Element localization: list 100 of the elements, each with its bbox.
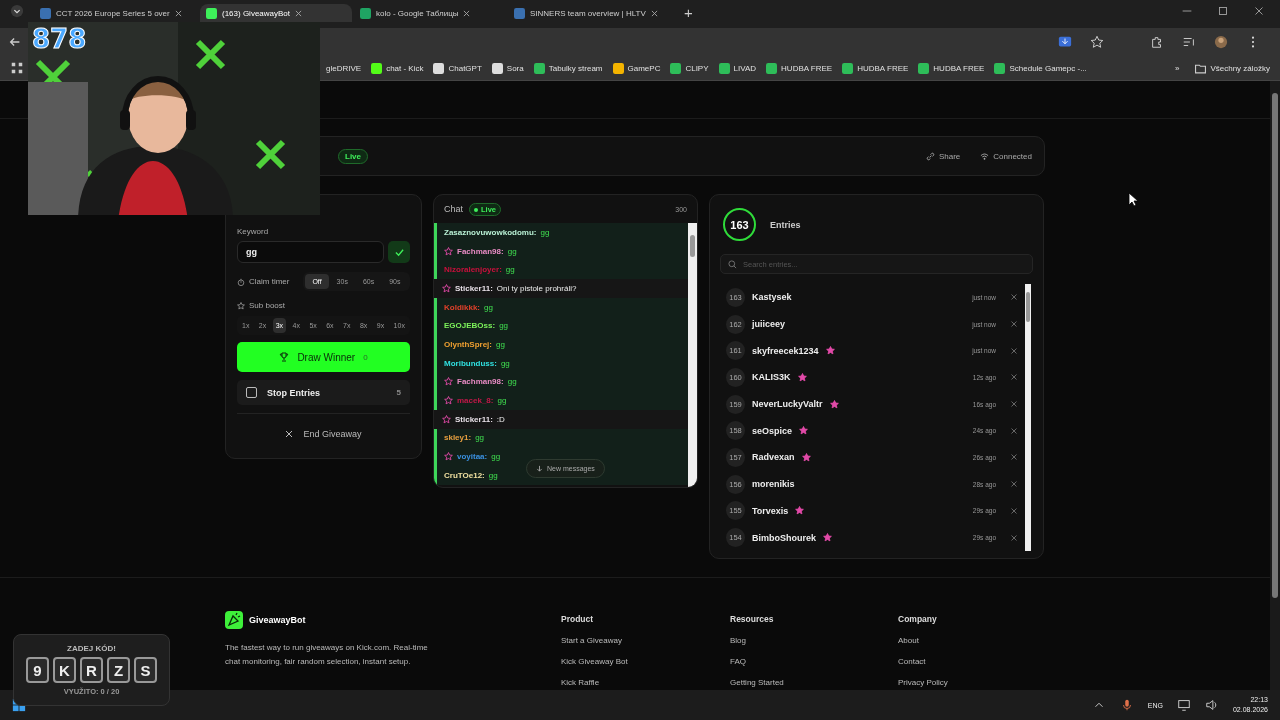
chat-username: CruTOe12: [444, 470, 485, 480]
remove-icon[interactable] [1011, 401, 1017, 408]
remove-icon[interactable] [1011, 454, 1017, 461]
remove-icon[interactable] [1011, 534, 1017, 541]
bookmark-icon [766, 62, 778, 74]
install-icon[interactable] [1058, 35, 1072, 49]
entries-count: 5 [396, 388, 401, 397]
close-icon[interactable] [650, 9, 658, 17]
chat-username: Moribunduss: [444, 358, 497, 368]
bookmark-icon [433, 62, 445, 74]
header-action[interactable]: Share [925, 151, 961, 161]
bookmark[interactable]: Tabulky stream [533, 62, 603, 74]
browser-tab[interactable]: SINNERS team overview | HLTV [508, 4, 674, 22]
footer-link[interactable]: FAQ [730, 657, 898, 666]
footer-link[interactable]: Kick Raffle [561, 678, 730, 687]
entry-name: seOspice [752, 425, 793, 436]
close-icon[interactable] [174, 9, 182, 17]
entry-name: KALIS3K [752, 372, 791, 383]
new-tab-button[interactable]: + [684, 4, 693, 21]
star-icon[interactable] [1090, 35, 1104, 49]
remove-icon[interactable] [1011, 481, 1017, 488]
monitor-icon[interactable] [1176, 698, 1191, 712]
entry-name: Kastysek [752, 292, 792, 303]
chat-username: Fachman98: [457, 246, 504, 256]
star-icon [237, 301, 245, 310]
keyword-field[interactable]: gg [237, 241, 384, 263]
footer-heading: Product [561, 614, 595, 624]
bookmark[interactable]: CLIPY [670, 62, 709, 74]
timer-icon [237, 277, 245, 286]
close-icon[interactable] [295, 9, 303, 17]
live-badge: Live [338, 148, 368, 164]
remove-icon[interactable] [1011, 374, 1017, 381]
scrollbar[interactable] [1025, 284, 1031, 551]
entry-name: skyfreecek1234 [752, 345, 819, 356]
header-action[interactable]: Connected [980, 151, 1032, 161]
more-bookmarks-button[interactable]: » [1174, 63, 1180, 73]
footer-link[interactable]: Start a Giveaway [561, 636, 730, 645]
confirm-button[interactable] [388, 241, 410, 263]
browser-tab[interactable]: CCT 2026 Europe Series 5 over [34, 4, 198, 22]
chat-message-text: gg [488, 470, 498, 480]
page-scrollbar[interactable] [1270, 81, 1280, 691]
profile-avatar-icon[interactable] [1214, 35, 1228, 49]
browser-tab[interactable]: kolo - Google Таблицы [354, 4, 506, 22]
tab-list-icon[interactable] [10, 4, 24, 18]
media-icon[interactable] [1182, 35, 1196, 49]
bookmark[interactable]: gleDRIVE [326, 63, 362, 73]
bookmark[interactable]: ChatGPT [433, 62, 482, 74]
footer-link[interactable]: Privacy Policy [898, 678, 1045, 687]
claim-timer-label: Claim timer [249, 277, 290, 286]
favicon-icon [360, 7, 371, 19]
footer-link[interactable]: Kick Giveaway Bot [561, 657, 730, 666]
remove-icon[interactable] [1011, 427, 1017, 434]
footer-link[interactable]: Getting Started [730, 678, 898, 687]
stop-entries-button[interactable]: Stop Entries 5 [237, 380, 410, 405]
footer-link[interactable]: Contact [898, 657, 1045, 666]
brand-name: GiveawayBot [249, 615, 306, 625]
bookmark[interactable]: Sora [491, 62, 524, 74]
remove-icon[interactable] [1011, 347, 1017, 354]
bookmark[interactable]: Schedule Gamepc -... [994, 62, 1087, 74]
chat-username: EGOJEBOss: [444, 321, 496, 331]
chat-username: skley1: [444, 433, 472, 443]
bookmark[interactable]: LIVAD [718, 62, 757, 74]
bookmark-icon [371, 62, 383, 74]
link-icon [925, 151, 935, 161]
browser-tab[interactable]: (163) GiveawayBot [200, 4, 352, 22]
close-icon[interactable] [463, 9, 471, 17]
chat-message-text: gg [540, 227, 550, 237]
checkbox[interactable] [246, 387, 257, 398]
trophy-icon [279, 352, 290, 362]
remove-icon[interactable] [1011, 294, 1017, 301]
bookmark[interactable]: HUDBA FREE [918, 62, 985, 74]
maximize-icon[interactable] [1216, 4, 1230, 18]
chat-message-text: gg [499, 321, 509, 331]
favicon-icon [206, 7, 217, 19]
back-arrow-icon[interactable] [8, 35, 22, 49]
chat-message-text: gg [496, 339, 505, 349]
volume-icon[interactable] [1204, 698, 1219, 712]
bookmark[interactable]: GamePC [612, 62, 661, 74]
apps-icon[interactable] [10, 61, 24, 75]
code-character: K [53, 657, 76, 683]
footer-link[interactable]: Blog [730, 636, 898, 645]
favicon-icon [40, 7, 51, 19]
footer-link[interactable]: About [898, 636, 1045, 645]
chat-title: Chat [444, 204, 463, 214]
search-icon [728, 259, 737, 269]
extensions-icon[interactable] [1150, 35, 1164, 49]
end-giveaway-button[interactable]: End Giveaway [279, 428, 368, 440]
entries-title: Entries [770, 219, 801, 230]
chat-username: Koldikkk: [444, 302, 480, 312]
remove-icon[interactable] [1011, 507, 1017, 514]
wifi-icon [980, 151, 990, 161]
draw-winner-button[interactable]: Draw Winner 0 [237, 342, 410, 372]
chat-message-text: gg [484, 302, 493, 312]
code-character: 9 [26, 657, 49, 683]
bookmark[interactable]: chat - Kick [371, 62, 424, 74]
all-bookmarks-folder[interactable]: Všechny záložky [1195, 62, 1270, 74]
scrollbar[interactable] [688, 223, 697, 487]
remove-icon[interactable] [1011, 321, 1017, 328]
bookmark[interactable]: HUDBA FREE [766, 62, 833, 74]
bookmark[interactable]: HUDBA FREE [842, 62, 909, 74]
